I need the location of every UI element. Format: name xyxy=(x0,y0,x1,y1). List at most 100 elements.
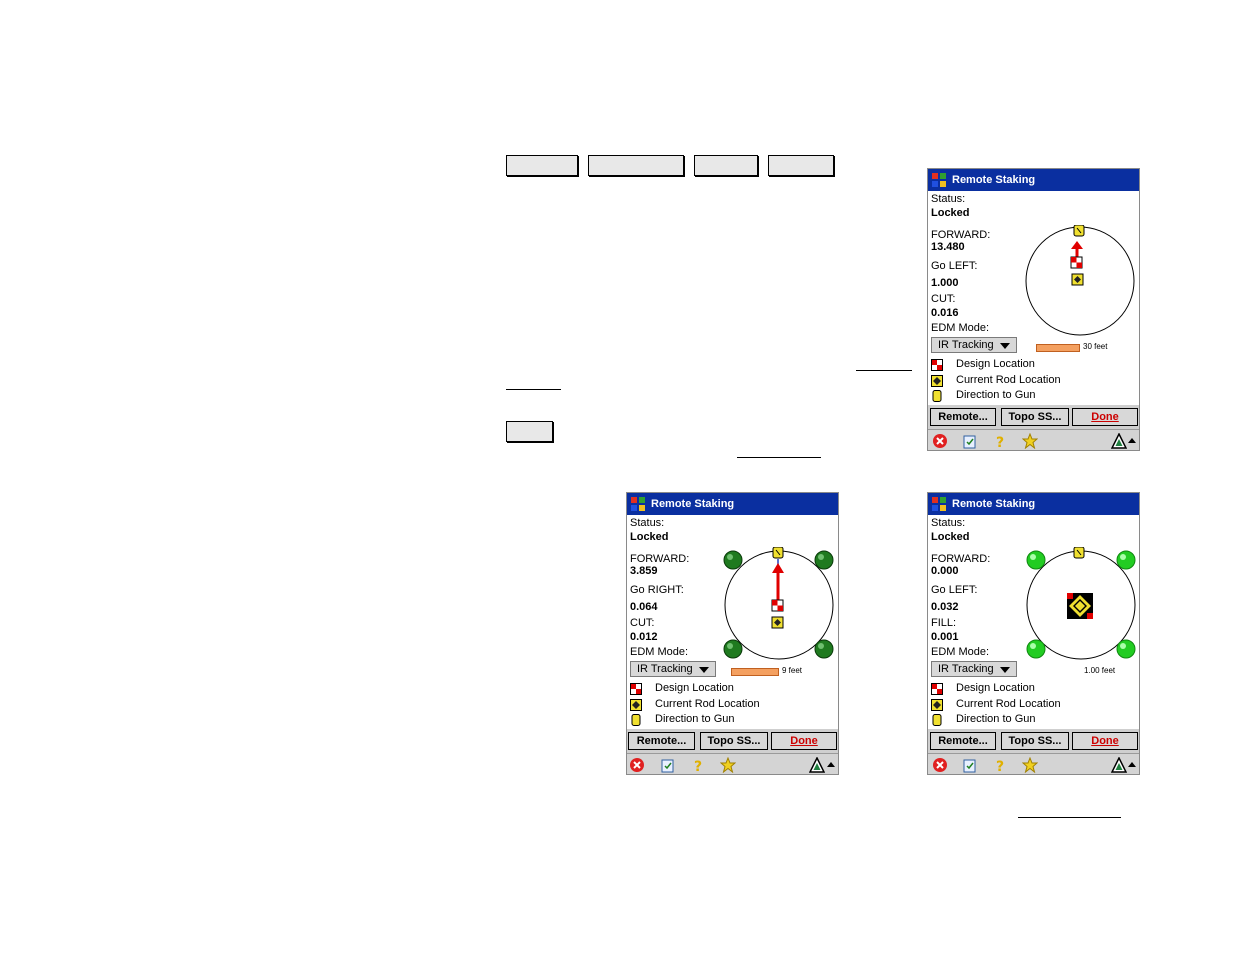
toolbar-button-4[interactable] xyxy=(768,155,834,176)
done-button[interactable]: Done xyxy=(1072,732,1138,750)
clipboard-icon[interactable] xyxy=(962,433,978,449)
star-icon[interactable] xyxy=(1022,433,1038,449)
legend-rod-location: Current Rod Location xyxy=(931,374,1131,388)
proximity-light-icon xyxy=(723,639,743,659)
forward-label: FORWARD: xyxy=(630,553,690,565)
close-icon[interactable] xyxy=(629,757,645,773)
status-value: Locked xyxy=(931,531,970,543)
help-icon[interactable]: ? xyxy=(992,433,1008,449)
gun-direction-icon xyxy=(772,547,784,559)
taskbar: ? xyxy=(627,753,838,774)
done-button[interactable]: Done xyxy=(771,732,837,750)
legend-gun-direction: Direction to Gun xyxy=(630,713,830,727)
proximity-light-icon xyxy=(814,550,834,570)
toolbar-button-2[interactable] xyxy=(588,155,684,176)
topo-ss-button[interactable]: Topo SS... xyxy=(1001,408,1069,426)
svg-text:?: ? xyxy=(996,435,1004,449)
windows-flag-icon[interactable] xyxy=(931,172,947,188)
edm-mode-select[interactable]: IR Tracking xyxy=(931,337,1017,353)
rod-location-icon xyxy=(931,699,943,711)
elevation-label: FILL: xyxy=(931,617,957,629)
link-underline-4[interactable] xyxy=(1018,817,1121,818)
clipboard-icon[interactable] xyxy=(962,757,978,773)
device-screen-2: Remote Staking Status: Locked FORWARD: 3… xyxy=(626,492,839,775)
windows-flag-icon[interactable] xyxy=(931,496,947,512)
elevation-value: 0.016 xyxy=(931,307,959,319)
lateral-label: Go LEFT: xyxy=(931,584,978,596)
proximity-light-icon xyxy=(1116,639,1136,659)
legend-label: Design Location xyxy=(956,358,1035,370)
clipboard-icon[interactable] xyxy=(660,757,676,773)
legend-label: Current Rod Location xyxy=(956,698,1061,710)
forward-value: 13.480 xyxy=(931,241,965,253)
close-icon[interactable] xyxy=(932,757,948,773)
window-title: Remote Staking xyxy=(952,498,1036,510)
gun-direction-icon xyxy=(932,390,942,402)
legend-label: Direction to Gun xyxy=(956,713,1036,725)
topo-ss-button[interactable]: Topo SS... xyxy=(700,732,768,750)
chevron-up-icon[interactable] xyxy=(1127,757,1137,773)
elevation-label: CUT: xyxy=(630,617,655,629)
device-screen-1: Remote Staking Status: Locked FORWARD: 1… xyxy=(927,168,1140,451)
proximity-light-icon xyxy=(1026,550,1046,570)
on-target-icon xyxy=(1067,593,1093,619)
legend-design-location: Design Location xyxy=(931,358,1131,372)
chevron-down-icon xyxy=(1000,343,1010,349)
link-underline-3[interactable] xyxy=(737,457,821,458)
chevron-up-icon[interactable] xyxy=(826,757,836,773)
design-location-icon xyxy=(771,599,784,612)
stakeout-compass xyxy=(723,547,834,660)
toolbar-button-3[interactable] xyxy=(694,155,758,176)
legend-rod-location: Current Rod Location xyxy=(931,698,1131,712)
survey-icon[interactable] xyxy=(1111,757,1127,773)
topo-ss-button[interactable]: Topo SS... xyxy=(1001,732,1069,750)
small-button[interactable] xyxy=(506,421,553,442)
chevron-up-icon[interactable] xyxy=(1127,433,1137,449)
lateral-value: 0.064 xyxy=(630,601,658,613)
status-value: Locked xyxy=(931,207,970,219)
lateral-label: Go LEFT: xyxy=(931,260,978,272)
done-button[interactable]: Done xyxy=(1072,408,1138,426)
remote-button[interactable]: Remote... xyxy=(628,732,695,750)
star-icon[interactable] xyxy=(720,757,736,773)
windows-flag-icon[interactable] xyxy=(630,496,646,512)
stakeout-compass xyxy=(1026,547,1136,660)
design-location-icon xyxy=(630,683,642,695)
title-bar: Remote Staking xyxy=(928,493,1139,515)
star-icon[interactable] xyxy=(1022,757,1038,773)
survey-icon[interactable] xyxy=(809,757,825,773)
proximity-light-icon xyxy=(1026,639,1046,659)
chevron-down-icon xyxy=(699,667,709,673)
remote-button[interactable]: Remote... xyxy=(930,732,996,750)
rod-location-icon xyxy=(1071,273,1084,286)
survey-icon[interactable] xyxy=(1111,433,1127,449)
help-icon[interactable]: ? xyxy=(690,757,706,773)
edm-mode-value: IR Tracking xyxy=(938,663,994,675)
edm-mode-label: EDM Mode: xyxy=(931,322,990,334)
scale-label: 9 feet xyxy=(782,666,803,675)
legend-label: Current Rod Location xyxy=(655,698,760,710)
window-title: Remote Staking xyxy=(952,174,1036,186)
legend-rod-location: Current Rod Location xyxy=(630,698,830,712)
title-bar: Remote Staking xyxy=(928,169,1139,191)
window-title: Remote Staking xyxy=(651,498,735,510)
gun-direction-icon xyxy=(1073,225,1085,237)
elevation-value: 0.001 xyxy=(931,631,959,643)
link-underline-1[interactable] xyxy=(856,370,912,371)
edm-mode-label: EDM Mode: xyxy=(931,646,990,658)
toolbar-button-1[interactable] xyxy=(506,155,578,176)
edm-mode-select[interactable]: IR Tracking xyxy=(931,661,1017,677)
legend-design-location: Design Location xyxy=(630,682,830,696)
design-location-icon xyxy=(931,359,943,371)
svg-text:?: ? xyxy=(694,759,702,773)
command-bar: Remote... Topo SS... Done xyxy=(627,729,838,753)
gun-direction-icon xyxy=(1073,547,1085,559)
close-icon[interactable] xyxy=(932,433,948,449)
remote-button[interactable]: Remote... xyxy=(930,408,996,426)
design-location-icon xyxy=(931,683,943,695)
edm-mode-select[interactable]: IR Tracking xyxy=(630,661,716,677)
proximity-light-icon xyxy=(1116,550,1136,570)
legend-gun-direction: Direction to Gun xyxy=(931,389,1131,403)
help-icon[interactable]: ? xyxy=(992,757,1008,773)
link-underline-2[interactable] xyxy=(506,389,561,390)
